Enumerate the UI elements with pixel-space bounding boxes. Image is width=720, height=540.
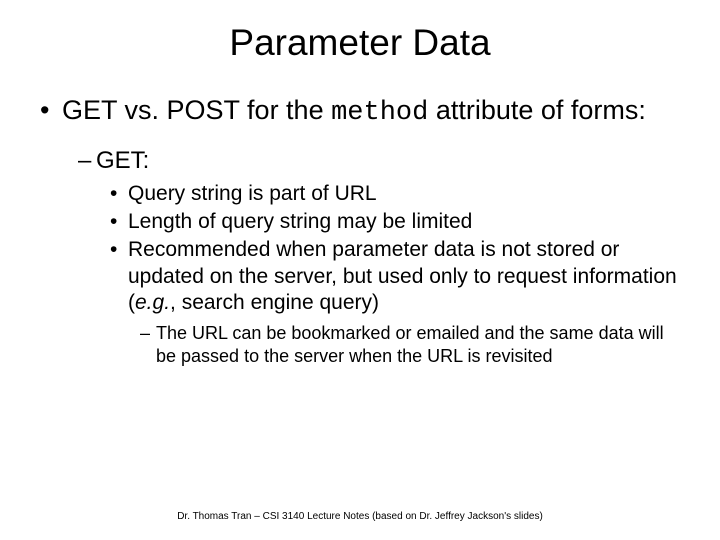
point-text: Length of query string may be limited [128,209,680,235]
slide-footer: Dr. Thomas Tran – CSI 3140 Lecture Notes… [0,511,720,522]
bullet-level3: • Recommended when parameter data is not… [110,237,680,316]
bullet-level3: • Length of query string may be limited [110,209,680,235]
bullet1-code: method [331,98,428,128]
point3-b: , search engine query) [170,291,379,314]
point-text: Query string is part of URL [128,181,680,207]
level4-group: – The URL can be bookmarked or emailed a… [140,322,680,367]
sub1-text: GET: [96,147,149,174]
bullet1-text-b: attribute of forms: [428,95,646,125]
dash: – [140,322,156,367]
slide-title: Parameter Data [40,22,680,64]
level3-group: • Query string is part of URL • Length o… [110,181,680,316]
bullet1-text-a: GET vs. POST for the [62,95,331,125]
bullet-level4: – The URL can be bookmarked or emailed a… [140,322,680,367]
bullet-level1: •GET vs. POST for the method attribute o… [40,94,680,131]
dash: – [78,147,96,175]
slide: Parameter Data •GET vs. POST for the met… [0,0,720,540]
bullet-dot: • [110,209,128,235]
bullet-dot: • [40,94,62,128]
bullet-dot: • [110,181,128,207]
bullet-level2: –GET: [78,147,680,175]
bullet-level3: • Query string is part of URL [110,181,680,207]
sub2-text: The URL can be bookmarked or emailed and… [156,322,680,367]
point3-eg: e.g. [135,291,170,314]
bullet-dot: • [110,237,128,316]
point-text: Recommended when parameter data is not s… [128,237,680,316]
